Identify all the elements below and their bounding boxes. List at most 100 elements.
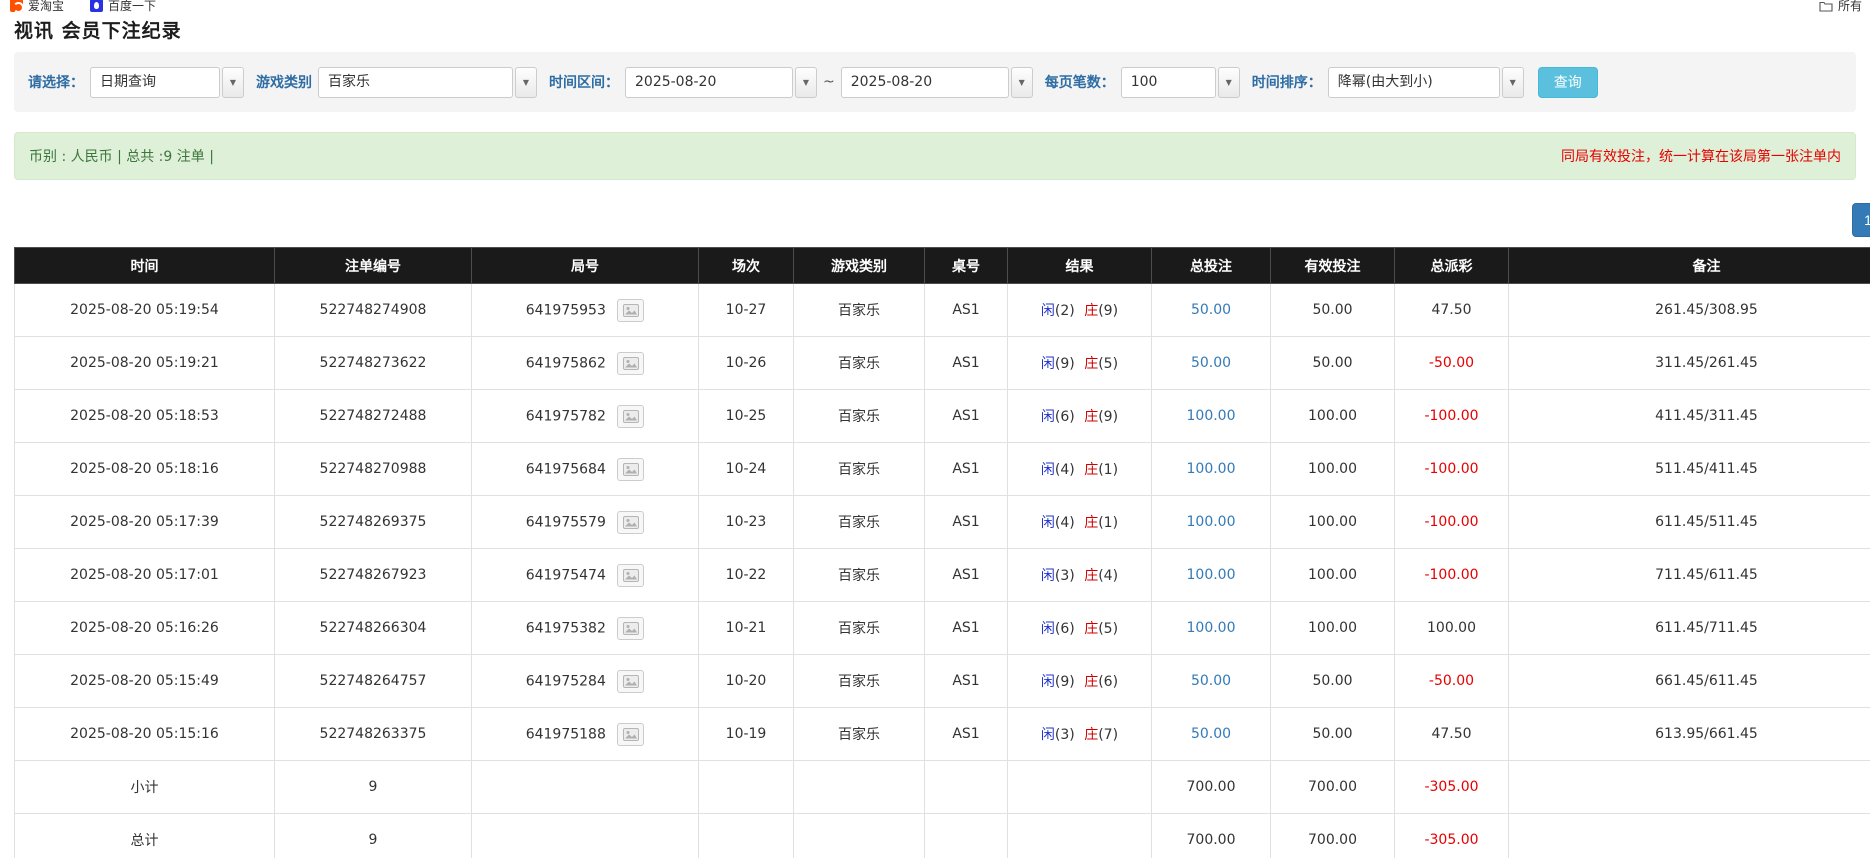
all-bookmarks-button[interactable]: 所有 [1819, 0, 1862, 14]
round-id-text: 641975782 [526, 408, 606, 424]
view-round-result-button[interactable] [617, 723, 644, 746]
cell-result: 闲(3) 庄(7) [1008, 708, 1152, 761]
cell-bet-id: 522748274908 [275, 284, 472, 337]
query-type-value[interactable]: 日期查询 [90, 67, 220, 98]
bookmark-aitaobao[interactable]: 爱淘宝 [10, 0, 64, 14]
cell-total-bet: 50.00 [1152, 708, 1271, 761]
total-bet-link[interactable]: 100.00 [1187, 461, 1236, 477]
table-row: 2025-08-20 05:15:49 522748264757 6419752… [15, 655, 1870, 708]
cell-result: 闲(4) 庄(1) [1008, 443, 1152, 496]
banker-score: (9) [1098, 303, 1118, 319]
footer-empty-cell [794, 814, 925, 858]
view-round-result-button[interactable] [617, 458, 644, 481]
chevron-down-icon[interactable]: ▼ [515, 67, 537, 98]
banker-score: (4) [1098, 568, 1118, 584]
subtotal-total-bet: 700.00 [1152, 761, 1271, 814]
bookmark-baidu[interactable]: 百度一下 [90, 0, 156, 14]
taobao-favicon-icon [10, 0, 23, 12]
table-row: 2025-08-20 05:19:54 522748274908 6419759… [15, 284, 1870, 337]
footer-empty-cell [472, 761, 699, 814]
header-row: 时间 注单编号 局号 场次 游戏类别 桌号 结果 总投注 有效投注 总派彩 备注 [15, 248, 1870, 284]
view-round-result-button[interactable] [617, 564, 644, 587]
banker-score: (5) [1098, 356, 1118, 372]
view-round-result-button[interactable] [617, 405, 644, 428]
cell-game-type: 百家乐 [794, 337, 925, 390]
cell-note: 613.95/661.45 [1509, 708, 1870, 761]
round-result-cards-icon [623, 304, 639, 317]
total-bet-link[interactable]: 100.00 [1187, 620, 1236, 636]
cell-valid-bet: 50.00 [1271, 337, 1395, 390]
banker-score: (1) [1098, 515, 1118, 531]
query-type-label: 请选择： [28, 72, 84, 92]
cell-result: 闲(6) 庄(5) [1008, 602, 1152, 655]
total-bet-link[interactable]: 100.00 [1187, 514, 1236, 530]
chevron-down-icon[interactable]: ▼ [1218, 67, 1240, 98]
total-bet-link[interactable]: 50.00 [1191, 673, 1231, 689]
total-bet-link[interactable]: 50.00 [1191, 302, 1231, 318]
cell-time: 2025-08-20 05:17:39 [15, 496, 275, 549]
col-round-id: 局号 [472, 248, 699, 284]
view-round-result-button[interactable] [617, 670, 644, 693]
page-size-value[interactable]: 100 [1121, 67, 1216, 98]
cell-total-bet: 50.00 [1152, 655, 1271, 708]
round-id-text: 641975284 [526, 673, 606, 689]
total-bet-link[interactable]: 50.00 [1191, 355, 1231, 371]
cell-session: 10-27 [699, 284, 794, 337]
valid-bet-notice: 同局有效投注，统一计算在该局第一张注单内 [1561, 146, 1841, 166]
date-range-label: 时间区间： [549, 72, 619, 92]
cell-game-type: 百家乐 [794, 655, 925, 708]
view-round-result-button[interactable] [617, 299, 644, 322]
time-sort-select: 降幂(由大到小) ▼ [1328, 67, 1524, 98]
banker-result: 庄 [1084, 462, 1098, 478]
subtotal-payout: -305.00 [1395, 761, 1509, 814]
chevron-down-icon[interactable]: ▼ [222, 67, 244, 98]
table-row: 2025-08-20 05:18:16 522748270988 6419756… [15, 443, 1870, 496]
table-row: 2025-08-20 05:19:21 522748273622 6419758… [15, 337, 1870, 390]
date-to-value[interactable]: 2025-08-20 [841, 67, 1009, 98]
cell-total-bet: 50.00 [1152, 337, 1271, 390]
round-result-cards-icon [623, 410, 639, 423]
cell-game-type: 百家乐 [794, 443, 925, 496]
total-bet-link[interactable]: 100.00 [1187, 408, 1236, 424]
cell-total-bet: 50.00 [1152, 284, 1271, 337]
chevron-down-icon[interactable]: ▼ [1011, 67, 1033, 98]
cell-round-id: 641975188 [472, 708, 699, 761]
cell-round-id: 641975579 [472, 496, 699, 549]
cell-session: 10-19 [699, 708, 794, 761]
subtotal-label: 小计 [15, 761, 275, 814]
cell-time: 2025-08-20 05:15:49 [15, 655, 275, 708]
cell-round-id: 641975284 [472, 655, 699, 708]
col-result: 结果 [1008, 248, 1152, 284]
view-round-result-button[interactable] [617, 617, 644, 640]
view-round-result-button[interactable] [617, 511, 644, 534]
round-result-cards-icon [623, 463, 639, 476]
view-round-result-button[interactable] [617, 352, 644, 375]
cell-result: 闲(9) 庄(6) [1008, 655, 1152, 708]
cell-bet-id: 522748273622 [275, 337, 472, 390]
footer-empty-cell [699, 761, 794, 814]
round-id-text: 641975474 [526, 567, 606, 583]
player-score: (9) [1055, 674, 1075, 690]
total-bet-link[interactable]: 100.00 [1187, 567, 1236, 583]
cell-bet-id: 522748269375 [275, 496, 472, 549]
banker-score: (9) [1098, 409, 1118, 425]
search-button[interactable]: 查询 [1538, 67, 1598, 98]
player-result: 闲 [1041, 515, 1055, 531]
time-sort-value[interactable]: 降幂(由大到小) [1328, 67, 1500, 98]
banker-result: 庄 [1084, 674, 1098, 690]
cell-payout: 100.00 [1395, 602, 1509, 655]
page-1-button[interactable]: 1 [1852, 203, 1870, 237]
game-type-value[interactable]: 百家乐 [318, 67, 513, 98]
player-result: 闲 [1041, 621, 1055, 637]
round-result-cards-icon [623, 569, 639, 582]
chevron-down-icon[interactable]: ▼ [795, 67, 817, 98]
date-from-value[interactable]: 2025-08-20 [625, 67, 793, 98]
chevron-down-icon[interactable]: ▼ [1502, 67, 1524, 98]
cell-time: 2025-08-20 05:18:53 [15, 390, 275, 443]
total-bet-link[interactable]: 50.00 [1191, 726, 1231, 742]
col-total-bet: 总投注 [1152, 248, 1271, 284]
cell-payout: -50.00 [1395, 655, 1509, 708]
player-score: (6) [1055, 621, 1075, 637]
player-result: 闲 [1041, 409, 1055, 425]
cell-session: 10-21 [699, 602, 794, 655]
